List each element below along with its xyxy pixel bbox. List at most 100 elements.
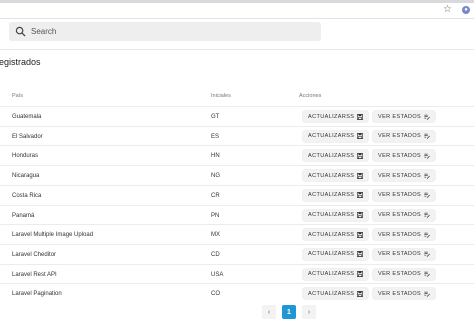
view-states-button[interactable]: VER ESTADOS <box>373 248 436 260</box>
view-states-button[interactable]: VER ESTADOS <box>373 288 436 300</box>
update-button-label: ACTUALIZARSS <box>308 231 355 238</box>
country-name: Guatemala <box>12 114 42 120</box>
country-name: Laravel Multiple Image Upload <box>12 232 94 239</box>
table-row: Laravel Rest API USA ACTUALIZARSS VER ESTAD… <box>0 263 474 285</box>
view-states-button-label: VER ESTADOS <box>378 113 422 120</box>
country-initials: CO <box>211 291 220 298</box>
update-button[interactable]: ACTUALIZARSS <box>303 229 369 241</box>
table-row: Honduras HN ACTUALIZARSS VER ESTADOS <box>0 145 474 166</box>
country-initials: CD <box>211 251 220 258</box>
view-states-button-label: VER ESTADOS <box>378 251 422 258</box>
view-states-button[interactable]: VER ESTADOS <box>373 130 436 142</box>
country-name: Laravel Pagination <box>12 291 62 298</box>
current-page-button[interactable]: 1 <box>282 305 296 319</box>
header-actions: Acciones <box>299 93 322 99</box>
list-edit-icon <box>424 133 431 140</box>
update-button[interactable]: ACTUALIZARSS <box>303 111 369 122</box>
country-initials: USA <box>211 271 224 278</box>
country-name: Costa Rica <box>12 192 42 199</box>
save-icon <box>357 271 364 278</box>
country-name: Honduras <box>12 153 39 160</box>
pagination: ‹ 1 › <box>262 305 316 319</box>
update-button-label: ACTUALIZARSS <box>308 290 355 297</box>
prev-page-button[interactable]: ‹ <box>262 305 276 319</box>
update-button-label: ACTUALIZARSS <box>308 152 355 159</box>
divider <box>0 49 474 50</box>
search-icon <box>15 26 26 37</box>
update-button-label: ACTUALIZARSS <box>308 192 355 199</box>
list-edit-icon <box>424 114 431 120</box>
list-edit-icon <box>424 232 431 238</box>
country-initials: PN <box>211 212 220 219</box>
country-name: Nicaragua <box>12 173 40 180</box>
table-row: Laravel Cheditor CD ACTUALIZARSS VER ESTADO… <box>0 243 474 265</box>
list-edit-icon <box>424 153 431 159</box>
update-button-label: ACTUALIZARSS <box>308 212 355 218</box>
view-states-button[interactable]: VER ESTADOS <box>373 229 436 241</box>
update-button-label: ACTUALIZARSS <box>308 271 355 278</box>
country-name: Laravel Cheditor <box>12 251 57 258</box>
country-name: El Salvador <box>12 133 43 140</box>
country-name: Laravel Rest API <box>12 271 57 278</box>
view-states-button-label: VER ESTADOS <box>378 231 422 238</box>
country-initials: NG <box>211 173 220 180</box>
table-row: Costa Rica CR ACTUALIZARSS VER ESTADOS <box>0 184 474 206</box>
table-row: Nicaragua NG ACTUALIZARSS VER ESTADOS <box>0 165 474 186</box>
save-icon <box>357 152 364 159</box>
browser-toolbar: ☆ ● <box>0 3 474 19</box>
view-states-button[interactable]: VER ESTADOS <box>373 150 436 162</box>
update-button[interactable]: ACTUALIZARSS <box>303 170 369 182</box>
star-icon[interactable]: ☆ <box>443 4 452 16</box>
header-country: País <box>12 93 24 99</box>
table-row: El Salvador ES ACTUALIZARSS VER ESTADOS <box>0 125 474 147</box>
country-initials: CR <box>211 192 220 199</box>
list-edit-icon <box>424 212 431 218</box>
list-edit-icon <box>424 173 431 179</box>
list-edit-icon <box>424 291 431 297</box>
country-initials: GT <box>211 114 220 120</box>
view-states-button[interactable]: VER ESTADOS <box>373 111 436 122</box>
update-button[interactable]: ACTUALIZARSS <box>303 130 369 142</box>
table-row: Laravel Multiple Image Upload MX ACTUALIZA… <box>0 224 474 245</box>
view-states-button-label: VER ESTADOS <box>378 152 422 159</box>
update-button-label: ACTUALIZARSS <box>308 133 355 140</box>
list-edit-icon <box>424 271 431 277</box>
view-states-button-label: VER ESTADOS <box>378 271 422 278</box>
view-states-button-label: VER ESTADOS <box>378 172 422 179</box>
update-button-label: ACTUALIZARSS <box>308 172 355 179</box>
extension-icon[interactable]: ● <box>462 6 470 14</box>
update-button[interactable]: ACTUALIZARSS <box>303 209 369 221</box>
view-states-button[interactable]: VER ESTADOS <box>373 189 436 201</box>
table-row: Laravel Pagination CO ACTUALIZARSS VER ESTA… <box>0 283 474 304</box>
save-icon <box>357 113 364 120</box>
top-bar <box>0 19 474 49</box>
update-button[interactable]: ACTUALIZARSS <box>303 268 369 280</box>
search-box[interactable] <box>9 22 321 41</box>
view-states-button-label: VER ESTADOS <box>378 133 422 140</box>
update-button[interactable]: ACTUALIZARSS <box>303 150 369 162</box>
view-states-button[interactable]: VER ESTADOS <box>373 209 436 221</box>
update-button-label: ACTUALIZARSS <box>308 251 355 258</box>
header-initials: Iniciales <box>211 93 231 99</box>
update-button[interactable]: ACTUALIZARSS <box>303 189 369 201</box>
save-icon <box>357 290 364 297</box>
save-icon <box>357 133 364 140</box>
save-icon <box>357 212 364 218</box>
view-states-button-label: VER ESTADOS <box>378 290 422 297</box>
search-input[interactable] <box>31 22 311 41</box>
country-initials: ES <box>211 133 220 140</box>
table-row: Guatemala GT ACTUALIZARSS VER ESTADOS <box>0 106 474 127</box>
table-row: Panamá PN ACTUALIZARSS VER ESTADOS <box>0 204 474 226</box>
update-button[interactable]: ACTUALIZARSS <box>303 248 369 260</box>
view-states-button[interactable]: VER ESTADOS <box>373 268 436 280</box>
save-icon <box>357 231 364 238</box>
update-button-label: ACTUALIZARSS <box>308 113 355 120</box>
country-initials: MX <box>211 232 220 239</box>
update-button[interactable]: ACTUALIZARSS <box>303 288 369 300</box>
next-page-button[interactable]: › <box>302 305 316 319</box>
view-states-button[interactable]: VER ESTADOS <box>373 170 436 182</box>
table-header: País Iniciales Acciones <box>0 86 474 106</box>
save-icon <box>357 172 364 179</box>
list-edit-icon <box>424 192 431 199</box>
list-edit-icon <box>424 251 431 258</box>
